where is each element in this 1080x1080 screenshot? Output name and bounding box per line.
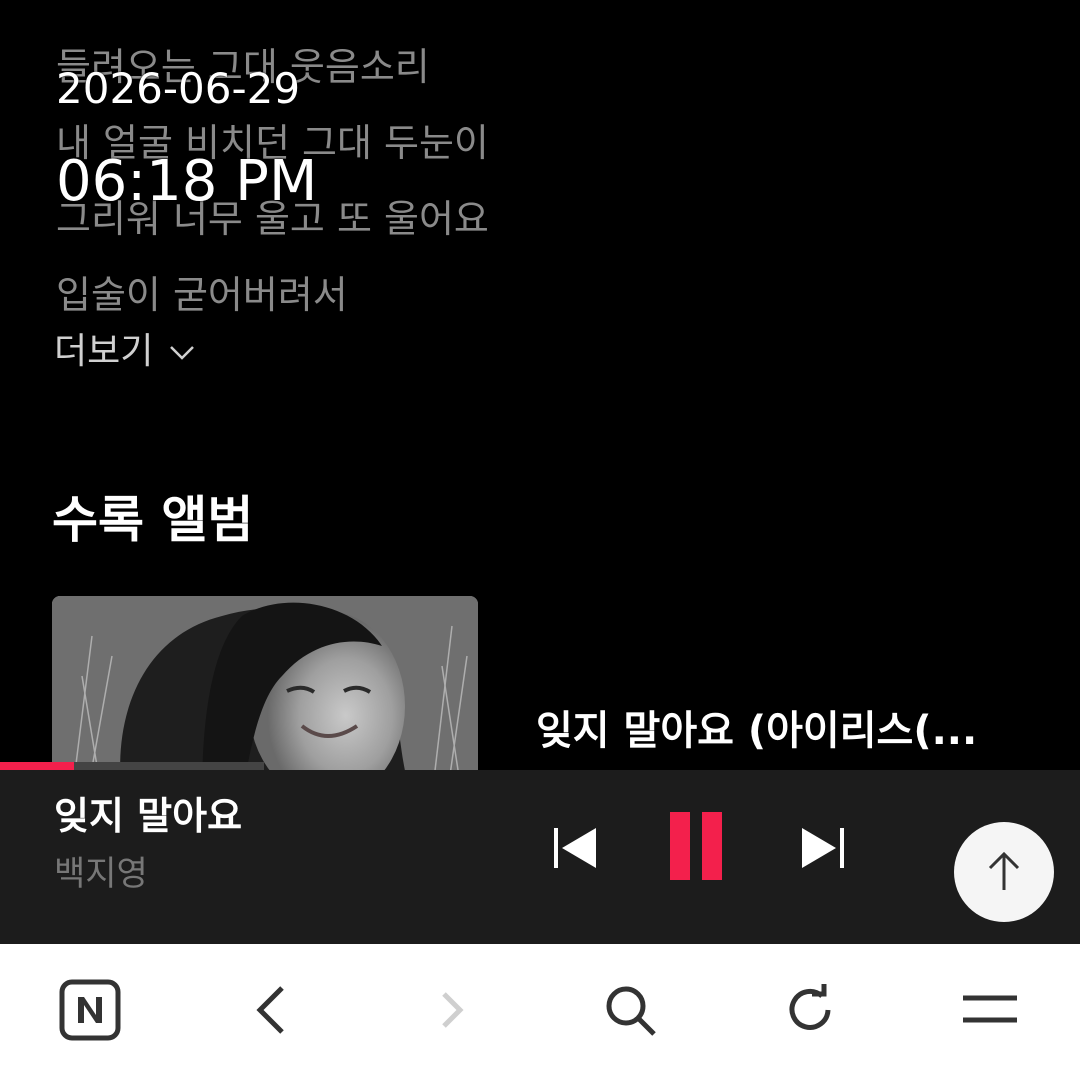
lyrics-more-button[interactable]: 더보기 xyxy=(54,330,197,374)
lyric-line: 입술이 굳어버려서 xyxy=(56,273,348,317)
next-icon xyxy=(802,828,844,868)
overlay-date: 2026-06-29 xyxy=(56,64,301,113)
player-artist[interactable]: 백지영 xyxy=(54,852,148,896)
arrow-up-icon xyxy=(988,851,1020,890)
overlay-time: 06:18 PM xyxy=(56,149,318,214)
pause-icon xyxy=(670,812,722,880)
browser-bottom-bar xyxy=(0,944,1080,1080)
refresh-button[interactable] xyxy=(778,978,842,1042)
album-section-title: 수록 앨범 xyxy=(52,491,254,549)
back-button[interactable] xyxy=(238,978,302,1042)
pause-button[interactable] xyxy=(668,810,726,882)
forward-button[interactable] xyxy=(420,978,484,1042)
scroll-to-top-button[interactable] xyxy=(954,822,1054,922)
mini-player: 잊지 말아요 백지영 xyxy=(0,770,1080,944)
previous-button[interactable] xyxy=(550,826,600,870)
refresh-icon xyxy=(789,984,831,1030)
player-track-title[interactable]: 잊지 말아요 xyxy=(54,792,242,840)
album-title[interactable]: 잊지 말아요 (아이리스(... xyxy=(536,706,1036,756)
search-button[interactable] xyxy=(598,978,662,1042)
playback-progress-bar[interactable] xyxy=(0,762,264,770)
previous-icon xyxy=(554,828,596,868)
music-screen: 들려오는 그대 웃음소리 내 얼굴 비치던 그대 두눈이 그리워 너무 울고 또… xyxy=(0,0,1080,1080)
back-icon xyxy=(256,986,284,1034)
menu-button[interactable] xyxy=(958,978,1022,1042)
lyric-line xyxy=(56,0,1016,10)
more-label: 더보기 xyxy=(54,331,154,372)
next-button[interactable] xyxy=(798,826,848,870)
chevron-down-icon xyxy=(170,346,195,360)
playback-progress-fill xyxy=(0,762,74,770)
search-icon xyxy=(606,986,656,1036)
naver-home-button[interactable] xyxy=(58,978,122,1042)
menu-icon xyxy=(963,995,1017,1023)
naver-n-icon xyxy=(59,979,121,1041)
forward-icon xyxy=(442,992,464,1028)
